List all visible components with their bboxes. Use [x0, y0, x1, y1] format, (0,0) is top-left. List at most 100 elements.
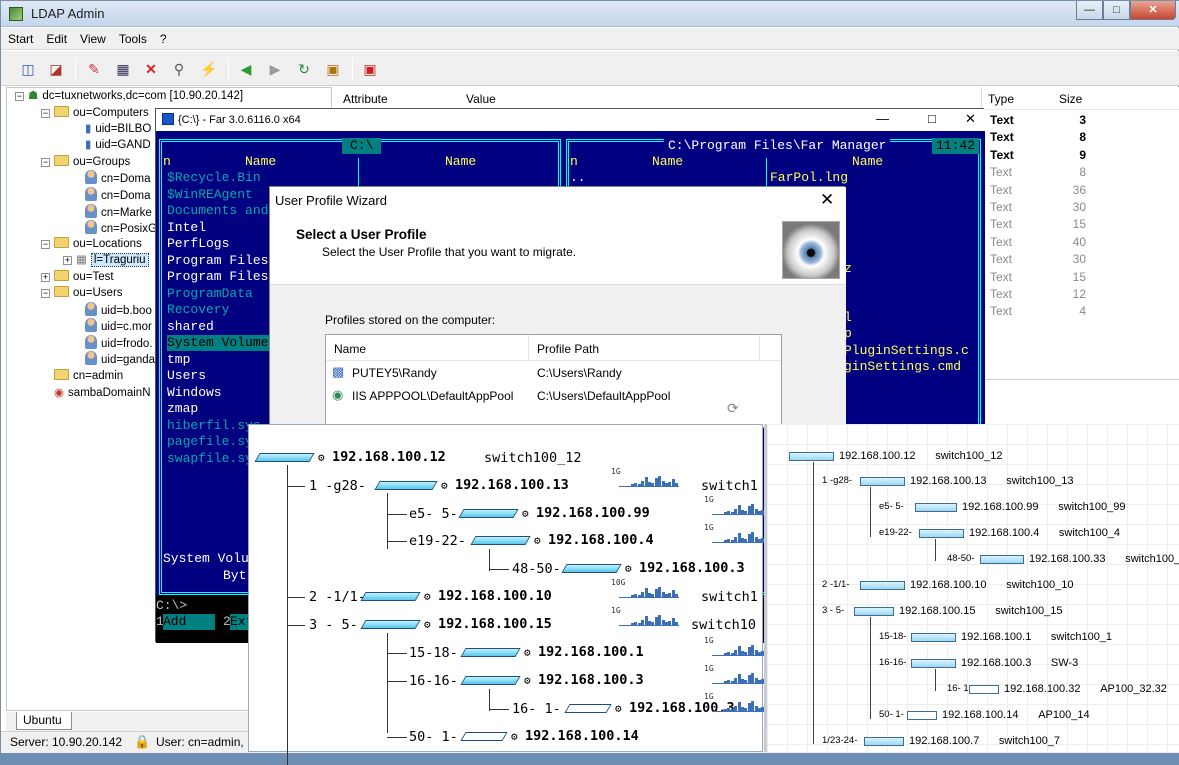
far-minimize-icon[interactable]: —	[876, 111, 889, 126]
switch-icon[interactable]	[460, 676, 521, 685]
far-file-item[interactable]: PerfLogs	[167, 236, 229, 252]
far-fkey-add[interactable]: Add	[163, 614, 215, 630]
tree-item[interactable]: ◉ sambaDomainN	[54, 385, 151, 401]
close-icon[interactable]: ✕	[1130, 1, 1176, 20]
back-icon[interactable]: ◀	[237, 60, 255, 78]
type-row[interactable]: Text 36	[990, 183, 1086, 200]
properties-icon[interactable]: ▦	[114, 60, 132, 78]
switch-icon[interactable]	[460, 732, 508, 741]
traffic-graph[interactable]	[712, 493, 772, 515]
gear-icon[interactable]: ⚙	[524, 674, 531, 687]
switch-icon[interactable]	[915, 503, 957, 512]
disconnect-icon[interactable]: ◪	[47, 60, 65, 78]
delete-icon[interactable]: ✕	[142, 60, 160, 78]
far-file-item[interactable]: $WinREAgent	[167, 187, 253, 203]
far-col-name[interactable]: Name	[245, 154, 276, 170]
far-prompt[interactable]: C:\>	[156, 598, 187, 614]
type-row[interactable]: Text 9	[990, 148, 1086, 165]
switch-icon[interactable]	[864, 737, 904, 746]
connect-icon[interactable]: ◫	[19, 60, 37, 78]
tree-ou-locations[interactable]: − ou=Locations	[41, 236, 142, 252]
type-row[interactable]: Text 40	[990, 235, 1086, 252]
far-file-item[interactable]: $Recycle.Bin	[167, 170, 261, 186]
col-attribute[interactable]: Attribute	[343, 92, 388, 106]
far-col-name[interactable]: Name	[445, 154, 476, 170]
menu-tools[interactable]: Tools	[112, 28, 153, 46]
gear-icon[interactable]: ⚙	[424, 618, 431, 631]
gear-icon[interactable]: ⚙	[625, 562, 632, 575]
tree-item[interactable]: uid=c.mor	[85, 318, 152, 334]
tree-root[interactable]: − ☗ dc=tuxnetworks,dc=com [10.90.20.142]	[15, 88, 243, 104]
far-col-name[interactable]: Name	[652, 154, 683, 170]
tab-ubuntu[interactable]: Ubuntu	[16, 712, 72, 730]
traffic-graph[interactable]	[619, 576, 679, 598]
switch-icon[interactable]	[911, 633, 956, 642]
profile-row[interactable]: ◉ IIS APPPOOL\DefaultAppPool C:\Users\De…	[326, 386, 781, 408]
switch-icon[interactable]	[460, 648, 521, 657]
far-file-item[interactable]: Intel	[167, 220, 206, 236]
switch-icon[interactable]	[564, 704, 612, 713]
far-file-item[interactable]: ProgramData	[167, 286, 253, 302]
minimize-icon[interactable]: —	[1076, 1, 1103, 20]
type-row[interactable]: Text 30	[990, 200, 1086, 217]
switch-icon[interactable]	[561, 564, 622, 573]
col-profile-name[interactable]: Name	[334, 342, 366, 356]
far-file-item[interactable]: Program Files	[167, 253, 268, 269]
far-title-bar[interactable]: {C:\} - Far 3.0.6116.0 x64 — □ ✕	[156, 109, 985, 131]
tree-item[interactable]: ▮ uid=BILBO	[85, 121, 151, 137]
type-row[interactable]: Text 8	[990, 130, 1086, 147]
traffic-graph[interactable]	[712, 690, 772, 712]
type-row[interactable]: Text 15	[990, 270, 1086, 287]
tree-item[interactable]: cn=admin	[54, 368, 123, 384]
tree-item[interactable]: cn=Doma	[85, 170, 151, 186]
traffic-graph[interactable]	[619, 604, 679, 626]
maximize-icon[interactable]: □	[1103, 1, 1130, 20]
far-file-item[interactable]: ..	[570, 170, 586, 186]
gear-icon[interactable]: ⚙	[424, 590, 431, 603]
far-file-item[interactable]: tmp	[167, 352, 190, 368]
tree-ou-groups[interactable]: − ou=Groups	[41, 154, 130, 170]
menu-start[interactable]: Start	[1, 28, 39, 46]
gear-icon[interactable]: ⚙	[615, 702, 622, 715]
menu-help[interactable]: ?	[153, 28, 173, 46]
far-col-name[interactable]: Name	[852, 154, 883, 170]
edit-icon[interactable]: ✎	[85, 60, 103, 78]
switch-icon[interactable]	[911, 659, 956, 668]
type-row[interactable]: Text 4	[990, 304, 1086, 321]
type-row[interactable]: Text 3	[990, 113, 1086, 130]
switch-icon[interactable]	[854, 607, 894, 616]
switch-icon[interactable]	[360, 620, 421, 629]
tree-item[interactable]: uid=ganda	[85, 351, 155, 367]
switch-icon[interactable]	[374, 481, 438, 490]
traffic-graph[interactable]	[619, 465, 679, 487]
switch-icon[interactable]	[360, 592, 421, 601]
switch-icon[interactable]	[980, 555, 1024, 564]
tree-ou-users[interactable]: − ou=Users	[41, 285, 123, 301]
far-maximize-icon[interactable]: □	[928, 111, 936, 126]
switch-icon[interactable]	[254, 453, 315, 462]
far-file-item[interactable]: ginSettings.cmd	[844, 359, 961, 375]
switch-icon[interactable]	[470, 536, 531, 545]
rotate-handle-icon[interactable]: ⟳	[727, 401, 739, 417]
gear-icon[interactable]: ⚙	[534, 534, 541, 547]
switch-icon[interactable]	[969, 685, 999, 694]
far-left-path[interactable]: C:\	[342, 138, 382, 154]
col-value[interactable]: Value	[466, 92, 496, 106]
far-file-item[interactable]: Program Files (	[167, 269, 284, 285]
far-file-item[interactable]: pagefile.sys	[167, 434, 261, 450]
far-file-item[interactable]: Users	[167, 368, 206, 384]
far-file-item[interactable]: PluginSettings.c	[844, 343, 969, 359]
type-row[interactable]: Text 12	[990, 287, 1086, 304]
far-file-item[interactable]: shared	[167, 319, 214, 335]
lightning-icon[interactable]: ⚡	[200, 60, 218, 78]
search-icon[interactable]: ⚲	[170, 60, 188, 78]
gear-icon[interactable]: ⚙	[441, 479, 448, 492]
col-type[interactable]: Type	[988, 92, 1014, 106]
type-row[interactable]: Text 15	[990, 217, 1086, 234]
stop-icon[interactable]: ▣	[361, 60, 379, 78]
tree-item[interactable]: cn=PosixG	[85, 220, 157, 236]
col-size[interactable]: Size	[1059, 92, 1082, 106]
gear-icon[interactable]: ⚙	[522, 507, 529, 520]
switch-icon[interactable]	[789, 452, 834, 461]
switch-icon[interactable]	[860, 477, 905, 486]
